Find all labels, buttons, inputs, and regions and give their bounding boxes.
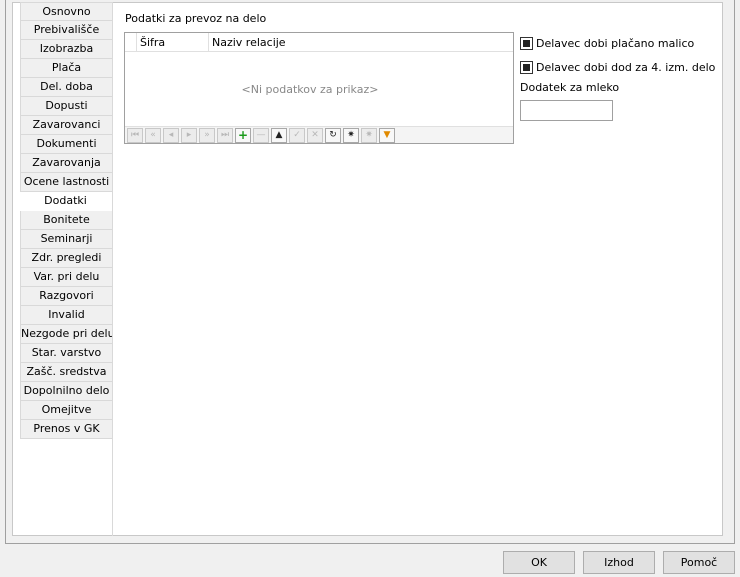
- refresh-icon[interactable]: ↻: [325, 128, 341, 143]
- tab-zasc-sredstva[interactable]: Zašč. sredstva: [20, 363, 113, 382]
- tab-invalid[interactable]: Invalid: [20, 306, 113, 325]
- izmena-checkbox[interactable]: [520, 61, 533, 74]
- malica-label: Delavec dobi plačano malico: [536, 37, 695, 50]
- post-icon[interactable]: ✓: [289, 128, 305, 143]
- tab-zavarovanci[interactable]: Zavarovanci: [20, 116, 113, 135]
- delete-icon[interactable]: —: [253, 128, 269, 143]
- edit-icon[interactable]: ▲: [271, 128, 287, 143]
- relations-grid[interactable]: Šifra Naziv relacije <Ni podatkov za pri…: [124, 32, 514, 144]
- bookmark-icon[interactable]: ✷: [343, 128, 359, 143]
- prev-record-icon[interactable]: ◂: [163, 128, 179, 143]
- first-record-icon[interactable]: ⏮: [127, 128, 143, 143]
- malica-checkbox[interactable]: [520, 37, 533, 50]
- tab-prebivalisce[interactable]: Prebivališče: [20, 21, 113, 40]
- tab-del-doba[interactable]: Del. doba: [20, 78, 113, 97]
- izmena-option[interactable]: Delavec dobi dod za 4. izm. delo: [520, 60, 715, 75]
- izmena-label: Delavec dobi dod za 4. izm. delo: [536, 61, 716, 74]
- pomoc-button[interactable]: Pomoč: [663, 551, 735, 574]
- tab-dodatki[interactable]: Dodatki: [18, 192, 113, 211]
- tab-star-varstvo[interactable]: Star. varstvo: [20, 344, 113, 363]
- tab-osnovno[interactable]: Osnovno: [20, 2, 113, 21]
- tab-dokumenti[interactable]: Dokumenti: [20, 135, 113, 154]
- next-record-icon[interactable]: ▸: [181, 128, 197, 143]
- grid-header: Šifra Naziv relacije: [125, 33, 513, 52]
- grid-empty-text: <Ni podatkov za prikaz>: [241, 83, 379, 96]
- prev-page-icon[interactable]: «: [145, 128, 161, 143]
- tab-seminarji[interactable]: Seminarji: [20, 230, 113, 249]
- tab-var-pri-delu[interactable]: Var. pri delu: [20, 268, 113, 287]
- section-title: Podatki za prevoz na delo: [125, 12, 267, 25]
- tab-omejitve[interactable]: Omejitve: [20, 401, 113, 420]
- tab-zavarovanja[interactable]: Zavarovanja: [20, 154, 113, 173]
- mleko-input[interactable]: [520, 100, 613, 121]
- next-page-icon[interactable]: »: [199, 128, 215, 143]
- ok-button[interactable]: OK: [503, 551, 575, 574]
- tab-prenos-v-gk[interactable]: Prenos v GK: [20, 420, 113, 439]
- tab-placa[interactable]: Plača: [20, 59, 113, 78]
- tab-nezgode-pri-delu[interactable]: Nezgode pri delu: [20, 325, 113, 344]
- tab-izobrazba[interactable]: Izobrazba: [20, 40, 113, 59]
- malica-option[interactable]: Delavec dobi plačano malico: [520, 36, 694, 51]
- column-header-sifra[interactable]: Šifra: [137, 33, 209, 52]
- tab-dopolnilno-delo[interactable]: Dopolnilno delo: [20, 382, 113, 401]
- last-record-icon[interactable]: ⏭: [217, 128, 233, 143]
- add-icon[interactable]: +: [235, 128, 251, 143]
- tab-ocene-lastnosti[interactable]: Ocene lastnosti: [20, 173, 113, 192]
- mleko-label: Dodatek za mleko: [520, 81, 620, 94]
- vertical-tab-list: Osnovno Prebivališče Izobrazba Plača Del. do…: [18, 2, 113, 439]
- grid-row-indicator: [125, 33, 137, 52]
- cancel-icon[interactable]: ✕: [307, 128, 323, 143]
- tab-dopusti[interactable]: Dopusti: [20, 97, 113, 116]
- grid-navigator: ⏮ «◂ ▸» ⏭ + — ▲ ✓ ✕ ↻ ✷ ✷ ▼: [125, 126, 513, 143]
- tab-bonitete[interactable]: Bonitete: [20, 211, 113, 230]
- tab-divider: [112, 2, 113, 536]
- tab-zdr-pregledi[interactable]: Zdr. pregledi: [20, 249, 113, 268]
- goto-bookmark-icon[interactable]: ✷: [361, 128, 377, 143]
- izhod-button[interactable]: Izhod: [583, 551, 655, 574]
- filter-icon[interactable]: ▼: [379, 128, 395, 143]
- tab-razgovori[interactable]: Razgovori: [20, 287, 113, 306]
- column-header-naziv-relacije[interactable]: Naziv relacije: [209, 33, 409, 52]
